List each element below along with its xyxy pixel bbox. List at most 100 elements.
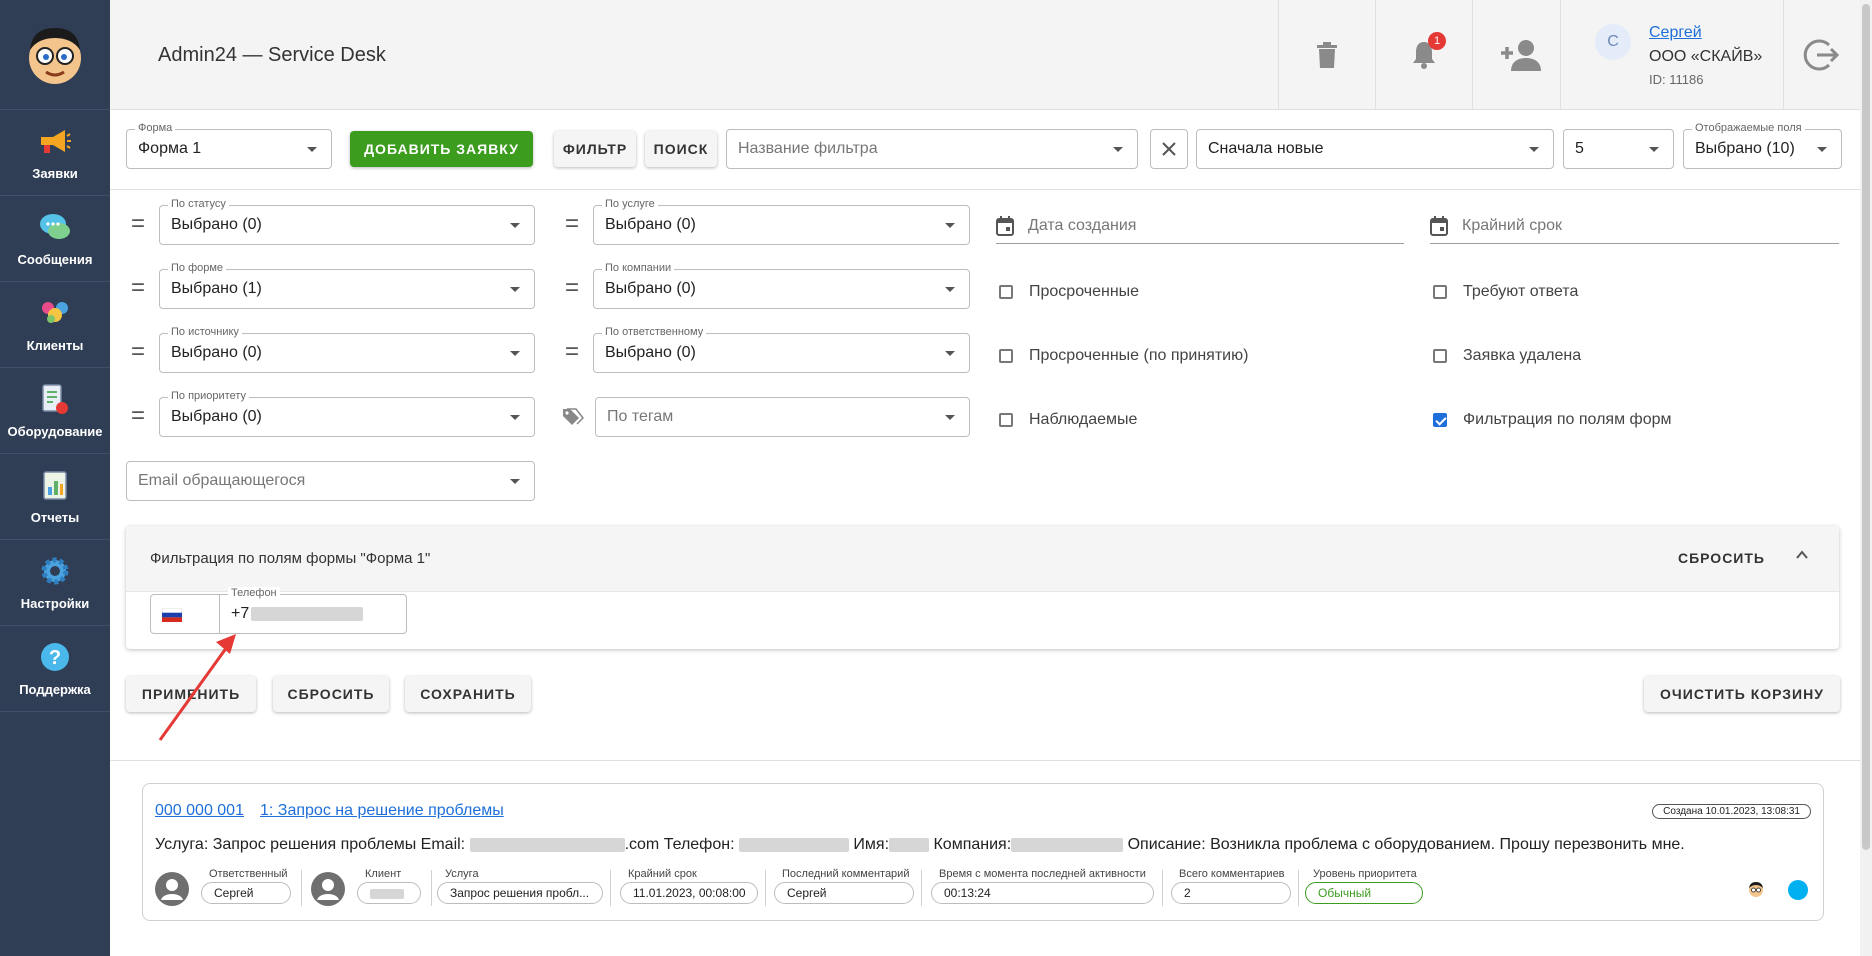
total-comments-info: Всего комментариев 2: [1171, 868, 1291, 906]
help-icon: ?: [38, 640, 72, 674]
per-page-select[interactable]: 5: [1563, 129, 1674, 169]
form-select-value: Форма 1: [138, 140, 202, 157]
sidebar-item-tickets[interactable]: Заявки: [0, 110, 110, 196]
equals-icon[interactable]: =: [562, 210, 582, 238]
tags-filter[interactable]: По тегам: [595, 397, 970, 437]
sidebar-item-reports[interactable]: Отчеты: [0, 454, 110, 540]
mascot-logo-icon: [29, 27, 81, 84]
add-ticket-button[interactable]: ДОБАВИТЬ ЗАЯВКУ: [350, 131, 533, 167]
search-button[interactable]: ПОИСК: [645, 131, 717, 167]
scroll-thumb[interactable]: [1862, 4, 1870, 850]
close-icon: [1162, 142, 1176, 156]
trash-button[interactable]: [1278, 0, 1375, 110]
save-button[interactable]: СОХРАНИТЬ: [405, 676, 531, 712]
add-user-button[interactable]: [1472, 0, 1569, 110]
trash-icon: [1317, 42, 1337, 68]
phone-label: Телефон: [228, 587, 280, 599]
service-filter[interactable]: По услуге Выбрано (0): [593, 198, 970, 245]
logout-button[interactable]: [1783, 0, 1858, 110]
form-fields-filter-panel: Фильтрация по полям формы "Форма 1" СБРО…: [126, 526, 1839, 649]
filter-name-select[interactable]: Название фильтра: [726, 129, 1138, 169]
overdue-accept-checkbox[interactable]: Просроченные (по принятию): [999, 347, 1248, 365]
sort-select[interactable]: Сначала новые: [1196, 129, 1554, 169]
source-filter[interactable]: По источнику Выбрано (0): [159, 326, 535, 373]
form-filter[interactable]: По форме Выбрано (1): [159, 262, 535, 309]
equals-icon[interactable]: =: [128, 402, 148, 430]
sidebar-item-equipment[interactable]: Оборудование: [0, 368, 110, 454]
chevron-down-icon: [945, 223, 955, 228]
source-filter-label: По источнику: [168, 326, 242, 338]
chevron-down-icon: [945, 351, 955, 356]
equals-icon[interactable]: =: [128, 210, 148, 238]
deadline-field[interactable]: Крайний срок: [1430, 208, 1839, 244]
created-date-placeholder: Дата создания: [1028, 217, 1137, 234]
user-company: ООО «СКАЙВ»: [1649, 48, 1763, 65]
form-fields-checkbox[interactable]: Фильтрация по полям форм: [1433, 411, 1671, 429]
chevron-up-icon[interactable]: [1795, 548, 1809, 562]
priority-filter[interactable]: По приоритету Выбрано (0): [159, 390, 535, 437]
ticket-number-link[interactable]: 000 000 001: [155, 802, 244, 820]
client-avatar-icon: [311, 872, 345, 906]
company-filter-value: Выбрано (0): [605, 280, 696, 297]
sidebar-item-label: Отчеты: [30, 510, 80, 525]
equals-icon[interactable]: =: [128, 274, 148, 302]
sidebar-item-support[interactable]: ? Поддержка: [0, 626, 110, 712]
avatar[interactable]: С: [1595, 24, 1631, 60]
watched-checkbox[interactable]: Наблюдаемые: [999, 411, 1137, 429]
overdue-label: Просроченные: [1029, 283, 1140, 300]
overdue-checkbox[interactable]: Просроченные: [999, 283, 1139, 301]
deleted-checkbox[interactable]: Заявка удалена: [1433, 347, 1581, 365]
email-filter[interactable]: Email обращающегося: [126, 461, 535, 501]
sidebar-item-clients[interactable]: Клиенты: [0, 282, 110, 368]
reset-button[interactable]: СБРОСИТЬ: [273, 676, 389, 712]
app-logo[interactable]: [0, 0, 110, 110]
top-header: Admin24 — Service Desk 1 С Сергей ООО «С…: [110, 0, 1860, 110]
chevron-down-icon: [510, 415, 520, 420]
equals-icon[interactable]: =: [562, 274, 582, 302]
chevron-down-icon: [1529, 147, 1539, 152]
equals-icon[interactable]: =: [128, 338, 148, 366]
chat-bubbles-icon: [38, 210, 72, 244]
watched-label: Наблюдаемые: [1029, 411, 1138, 428]
notifications-button[interactable]: 1: [1375, 0, 1472, 110]
sort-value: Сначала новые: [1208, 140, 1324, 157]
need-answer-checkbox[interactable]: Требуют ответа: [1433, 283, 1578, 301]
filter-name-placeholder: Название фильтра: [738, 140, 878, 157]
clear-filter-button[interactable]: [1150, 129, 1188, 169]
source-filter-value: Выбрано (0): [171, 344, 262, 361]
responsible-filter[interactable]: По ответственному Выбрано (0): [593, 326, 970, 373]
checkbox-box[interactable]: [1433, 285, 1447, 299]
filter-button[interactable]: ФИЛЬТР: [554, 131, 636, 167]
checkbox-box[interactable]: [999, 413, 1013, 427]
user-id: ID: 11186: [1649, 72, 1704, 87]
chevron-down-icon: [510, 351, 520, 356]
panel-header[interactable]: Фильтрация по полям формы "Форма 1" СБРО…: [126, 526, 1839, 592]
displayed-fields-select[interactable]: Отображаемые поля Выбрано (10): [1683, 122, 1842, 169]
form-select[interactable]: Форма Форма 1: [126, 122, 332, 169]
checkbox-box[interactable]: [999, 349, 1013, 363]
equals-icon[interactable]: =: [562, 338, 582, 366]
panel-reset-button[interactable]: СБРОСИТЬ: [1678, 550, 1765, 566]
sidebar-item-settings[interactable]: Настройки: [0, 540, 110, 626]
checkbox-box-checked[interactable]: [1433, 413, 1447, 427]
displayed-fields-label: Отображаемые поля: [1692, 122, 1805, 134]
chevron-down-icon: [1113, 147, 1123, 152]
company-filter[interactable]: По компании Выбрано (0): [593, 262, 970, 309]
checkbox-box[interactable]: [1433, 349, 1447, 363]
deadline-info: Крайний срок 11.01.2023, 00:08:00: [620, 868, 758, 906]
sidebar-item-messages[interactable]: Сообщения: [0, 196, 110, 282]
checkbox-box[interactable]: [999, 285, 1013, 299]
panel-title: Фильтрация по полям формы "Форма 1": [150, 550, 431, 567]
ticket-description: Услуга: Запрос решения проблемы Email: .…: [155, 836, 1685, 853]
user-name-link[interactable]: Сергей: [1649, 24, 1702, 42]
ticket-subject-link[interactable]: 1: Запрос на решение проблемы: [260, 802, 504, 820]
ticket-card[interactable]: 000 000 001 1: Запрос на решение проблем…: [142, 783, 1824, 921]
app-title: Admin24 — Service Desk: [158, 44, 386, 66]
clear-trash-button[interactable]: ОЧИСТИТЬ КОРЗИНУ: [1644, 676, 1840, 712]
notification-badge: 1: [1428, 32, 1446, 50]
gear-icon: [38, 554, 72, 588]
status-filter[interactable]: По статусу Выбрано (0): [159, 198, 535, 245]
service-field: Услуга Запрос решения пробл...: [437, 868, 603, 906]
created-date-field[interactable]: Дата создания: [996, 208, 1404, 244]
page-scrollbar[interactable]: [1860, 0, 1872, 956]
